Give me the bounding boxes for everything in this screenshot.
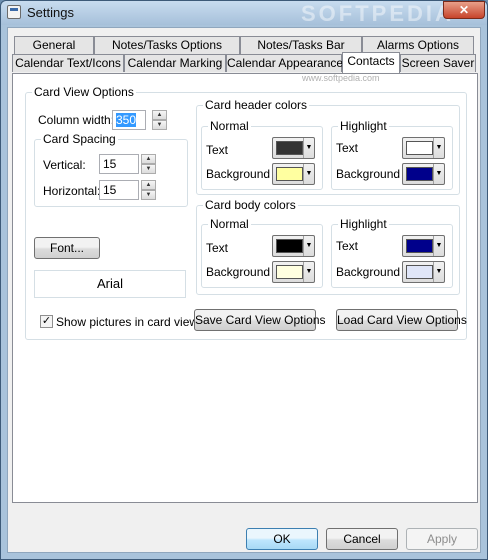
- body-highlight-text-label: Text: [336, 239, 359, 253]
- dialog-body: General Notes/Tasks Options Notes/Tasks …: [7, 27, 481, 553]
- body-highlight-background-label: Background: [336, 265, 401, 279]
- card-view-options-legend: Card View Options: [32, 85, 136, 99]
- header-highlight-background-label: Background: [336, 167, 401, 181]
- horizontal-spinner[interactable]: ▲ ▼: [141, 180, 156, 200]
- contacts-panel: Card View Options Column width: 350 ▲ ▼ …: [12, 73, 478, 503]
- dropdown-arrow-icon: ▼: [303, 138, 314, 158]
- header-highlight-text-color[interactable]: ▼: [402, 137, 445, 159]
- card-spacing-group: Card Spacing Vertical: 15 ▲ ▼ Horizontal…: [34, 132, 188, 207]
- window-title: Settings: [27, 5, 74, 20]
- save-card-view-button[interactable]: Save Card View Options: [194, 309, 326, 331]
- header-normal-legend: Normal: [208, 119, 251, 133]
- color-swatch: [276, 141, 303, 155]
- body-normal-group: Normal Text ▼ Background ▼: [201, 217, 323, 288]
- header-highlight-group: Highlight Text ▼ Background ▼: [331, 119, 453, 190]
- font-preview: Arial: [34, 270, 186, 298]
- dropdown-arrow-icon: ▼: [433, 138, 444, 158]
- app-icon: [7, 5, 21, 19]
- card-body-colors-group: Card body colors Normal Text ▼ Backgroun…: [196, 198, 460, 295]
- softpedia-overlay: www.softpedia.com: [302, 73, 380, 83]
- watermark: SOFTPEDIA: [301, 1, 454, 26]
- column-width-label: Column width:: [38, 113, 115, 127]
- body-highlight-legend: Highlight: [338, 217, 389, 231]
- color-swatch: [406, 141, 433, 155]
- tab-calendar-text-icons[interactable]: Calendar Text/Icons: [12, 54, 124, 72]
- header-normal-background-color[interactable]: ▼: [272, 163, 315, 185]
- settings-window: Settings SOFTPEDIA ✕ General Notes/Tasks…: [0, 0, 488, 560]
- card-spacing-legend: Card Spacing: [41, 132, 118, 146]
- card-header-colors-group: Card header colors Normal Text ▼ Backgro…: [196, 98, 460, 195]
- dropdown-arrow-icon: ▼: [303, 236, 314, 256]
- body-normal-background-label: Background: [206, 265, 271, 279]
- header-normal-group: Normal Text ▼ Background ▼: [201, 119, 323, 190]
- color-swatch: [276, 265, 303, 279]
- body-normal-text-label: Text: [206, 241, 229, 255]
- close-button[interactable]: ✕: [443, 1, 485, 19]
- header-highlight-legend: Highlight: [338, 119, 389, 133]
- spin-up-icon[interactable]: ▲: [141, 180, 156, 190]
- column-width-input[interactable]: 350: [112, 110, 146, 130]
- body-normal-legend: Normal: [208, 217, 251, 231]
- dropdown-arrow-icon: ▼: [433, 164, 444, 184]
- horizontal-spacing-input[interactable]: 15: [99, 180, 139, 200]
- body-normal-background-color[interactable]: ▼: [272, 261, 315, 283]
- header-normal-background-label: Background: [206, 167, 271, 181]
- show-pictures-label[interactable]: Show pictures in card view: [56, 315, 198, 329]
- body-highlight-group: Highlight Text ▼ Background ▼: [331, 217, 453, 288]
- header-highlight-text-label: Text: [336, 141, 359, 155]
- header-normal-text-label: Text: [206, 143, 229, 157]
- tab-calendar-marking[interactable]: Calendar Marking: [124, 54, 226, 72]
- cancel-button[interactable]: Cancel: [326, 528, 398, 550]
- body-highlight-background-color[interactable]: ▼: [402, 261, 445, 283]
- dropdown-arrow-icon: ▼: [433, 236, 444, 256]
- font-button[interactable]: Font...: [34, 237, 100, 259]
- show-pictures-checkbox[interactable]: ✓: [40, 315, 53, 328]
- tab-notes-tasks-options[interactable]: Notes/Tasks Options: [94, 36, 240, 54]
- color-swatch: [276, 167, 303, 181]
- color-swatch: [406, 167, 433, 181]
- body-highlight-text-color[interactable]: ▼: [402, 235, 445, 257]
- header-highlight-background-color[interactable]: ▼: [402, 163, 445, 185]
- body-normal-text-color[interactable]: ▼: [272, 235, 315, 257]
- column-width-spinner[interactable]: ▲ ▼: [152, 110, 167, 130]
- ok-button[interactable]: OK: [246, 528, 318, 550]
- spin-down-icon[interactable]: ▼: [152, 120, 167, 130]
- card-body-colors-legend: Card body colors: [203, 198, 298, 212]
- dropdown-arrow-icon: ▼: [433, 262, 444, 282]
- horizontal-label: Horizontal:: [43, 184, 101, 198]
- vertical-spinner[interactable]: ▲ ▼: [141, 154, 156, 174]
- tab-calendar-appearance[interactable]: Calendar Appearance: [226, 54, 343, 72]
- header-normal-text-color[interactable]: ▼: [272, 137, 315, 159]
- color-swatch: [276, 239, 303, 253]
- color-swatch: [406, 265, 433, 279]
- dropdown-arrow-icon: ▼: [303, 164, 314, 184]
- vertical-label: Vertical:: [43, 158, 86, 172]
- tab-contacts[interactable]: Contacts: [342, 52, 400, 73]
- spin-up-icon[interactable]: ▲: [141, 154, 156, 164]
- card-view-options-group: Card View Options Column width: 350 ▲ ▼ …: [25, 85, 467, 340]
- spin-down-icon[interactable]: ▼: [141, 190, 156, 200]
- spin-up-icon[interactable]: ▲: [152, 110, 167, 120]
- load-card-view-button[interactable]: Load Card View Options: [336, 309, 467, 331]
- tab-screen-saver[interactable]: Screen Saver: [400, 54, 476, 72]
- vertical-spacing-input[interactable]: 15: [99, 154, 139, 174]
- card-header-colors-legend: Card header colors: [203, 98, 310, 112]
- dropdown-arrow-icon: ▼: [303, 262, 314, 282]
- color-swatch: [406, 239, 433, 253]
- apply-button[interactable]: Apply: [406, 528, 478, 550]
- spin-down-icon[interactable]: ▼: [141, 164, 156, 174]
- title-bar[interactable]: Settings SOFTPEDIA ✕: [1, 1, 487, 26]
- tab-general[interactable]: General: [14, 36, 94, 54]
